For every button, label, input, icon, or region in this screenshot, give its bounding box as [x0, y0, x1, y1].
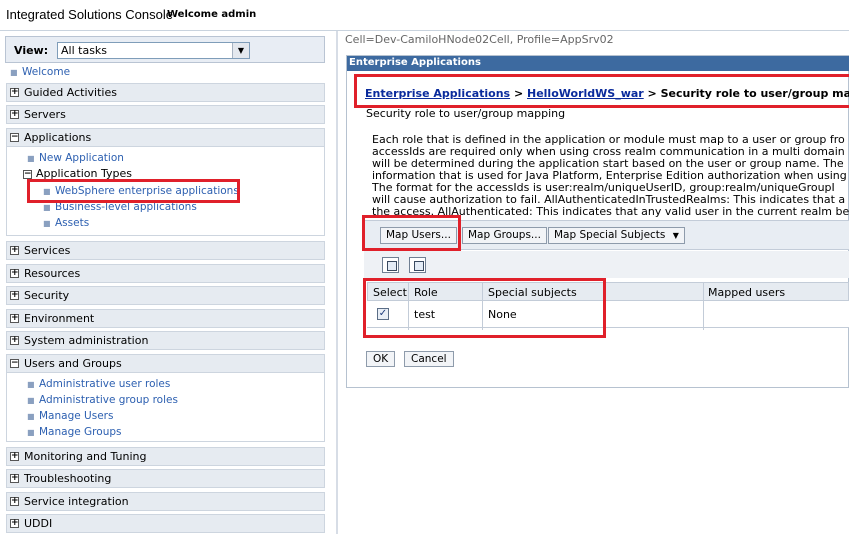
chevron-down-icon[interactable]: ▼ [232, 43, 249, 58]
bullet-icon: ■ [27, 412, 35, 421]
collapse-icon[interactable]: − [10, 133, 19, 142]
cell-profile-info: Cell=Dev-CamiloHNode02Cell, Profile=AppS… [345, 33, 614, 46]
nav-section-label: Applications [24, 131, 92, 144]
nav-section-label: Services [24, 244, 71, 257]
dropdown-arrow-icon: ▼ [672, 231, 679, 240]
nav-assets[interactable]: Assets [55, 217, 89, 229]
nav-section-uddi[interactable]: + UDDI [6, 514, 325, 533]
nav-section-label: Environment [24, 312, 95, 325]
nav-section-label: UDDI [24, 517, 53, 530]
expand-icon[interactable]: + [10, 314, 19, 323]
nav-section-services[interactable]: + Services [6, 241, 325, 260]
nav-section-label: Resources [24, 267, 81, 280]
nav-section-label: Monitoring and Tuning [24, 450, 147, 463]
nav-section-servers[interactable]: + Servers [6, 105, 325, 124]
panel-title: Enterprise Applications [349, 57, 481, 68]
nav-section-resources[interactable]: + Resources [6, 264, 325, 283]
nav-splitter[interactable] [336, 31, 338, 534]
bullet-icon: ■ [10, 68, 18, 77]
collapse-icon[interactable]: − [23, 170, 32, 179]
column-header-mapped-users[interactable]: Mapped users [708, 286, 785, 299]
expand-icon[interactable]: + [10, 497, 19, 506]
selection-icon-bar [364, 251, 849, 278]
expand-icon[interactable]: + [10, 88, 19, 97]
nav-section-troubleshooting[interactable]: + Troubleshooting [6, 469, 325, 488]
nav-new-application[interactable]: New Application [39, 152, 124, 164]
expand-icon[interactable]: + [10, 474, 19, 483]
nav-section-users-and-groups[interactable]: − Users and Groups [6, 354, 325, 373]
nav-section-label: Service integration [24, 495, 129, 508]
map-special-subjects-label: Map Special Subjects [554, 229, 666, 241]
nav-section-label: System administration [24, 334, 149, 347]
expand-icon[interactable]: + [10, 291, 19, 300]
nav-section-system-administration[interactable]: + System administration [6, 331, 325, 350]
nav-welcome-link[interactable]: Welcome [22, 66, 70, 78]
nav-section-environment[interactable]: + Environment [6, 309, 325, 328]
view-label: View: [14, 44, 49, 57]
collapse-icon[interactable]: − [10, 359, 19, 368]
nav-manage-users[interactable]: Manage Users [39, 410, 113, 422]
expand-icon[interactable]: + [10, 452, 19, 461]
view-select-value: All tasks [61, 44, 108, 57]
view-selector-bar: View: All tasks ▼ [5, 36, 325, 63]
nav-section-label: Security [24, 289, 70, 302]
bullet-icon: ■ [27, 396, 35, 405]
panel-header: Enterprise Applications [347, 56, 849, 71]
console-title: Integrated Solutions Console [6, 7, 173, 22]
annotation-highlight-map-users [362, 215, 461, 251]
nav-section-service-integration[interactable]: + Service integration [6, 492, 325, 511]
select-all-icon[interactable] [382, 257, 399, 273]
map-groups-button[interactable]: Map Groups... [462, 227, 547, 244]
expand-icon[interactable]: + [10, 336, 19, 345]
cancel-button[interactable]: Cancel [404, 351, 454, 367]
nav-section-label: Guided Activities [24, 86, 117, 99]
expand-icon[interactable]: + [10, 519, 19, 528]
bullet-icon: ■ [27, 428, 35, 437]
nav-section-applications[interactable]: − Applications [6, 128, 325, 147]
column-divider [703, 282, 704, 330]
bullet-icon: ■ [43, 219, 51, 228]
page-title: Security role to user/group mapping [366, 107, 566, 120]
welcome-user-text: Welcome admin [167, 9, 257, 20]
nav-section-security[interactable]: + Security [6, 286, 325, 305]
expand-icon[interactable]: + [10, 246, 19, 255]
annotation-highlight-websphere [27, 179, 240, 203]
nav-administrative-group-roles[interactable]: Administrative group roles [39, 394, 178, 406]
annotation-highlight-breadcrumb [354, 74, 849, 108]
nav-section-guided-activities[interactable]: + Guided Activities [6, 83, 325, 102]
nav-section-label: Servers [24, 108, 66, 121]
map-special-subjects-button[interactable]: Map Special Subjects ▼ [548, 227, 685, 244]
bullet-icon: ■ [43, 203, 51, 212]
bullet-icon: ■ [27, 154, 35, 163]
deselect-all-icon[interactable] [409, 257, 426, 273]
description-text: Each role that is defined in the applica… [372, 134, 849, 218]
bullet-icon: ■ [27, 380, 35, 389]
nav-administrative-user-roles[interactable]: Administrative user roles [39, 378, 170, 390]
view-select[interactable]: All tasks ▼ [57, 42, 250, 59]
nav-manage-groups[interactable]: Manage Groups [39, 426, 121, 438]
expand-icon[interactable]: + [10, 110, 19, 119]
annotation-highlight-table [363, 278, 606, 338]
banner: Integrated Solutions Console Welcome adm… [0, 0, 849, 30]
nav-section-label: Troubleshooting [24, 472, 112, 485]
expand-icon[interactable]: + [10, 269, 19, 278]
nav-section-monitoring-and-tuning[interactable]: + Monitoring and Tuning [6, 447, 325, 466]
ok-button[interactable]: OK [366, 351, 396, 367]
nav-section-label: Users and Groups [24, 357, 122, 370]
